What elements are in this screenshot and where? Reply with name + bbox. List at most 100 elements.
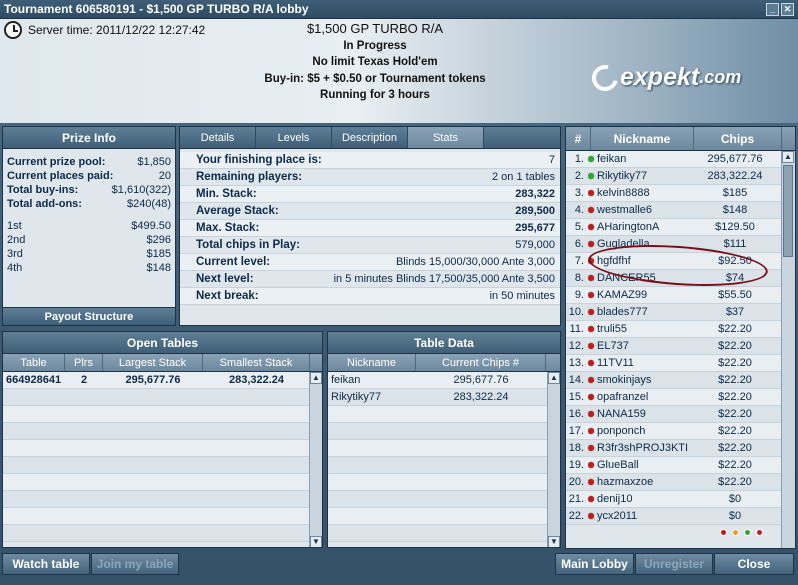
payout-structure-button[interactable]: Payout Structure [3, 307, 175, 325]
stats-value: in 50 minutes [489, 290, 555, 302]
prize-info-title: Prize Info [3, 127, 175, 149]
player-row[interactable]: 20. hazmaxzoe $22.20 [566, 474, 795, 491]
player-nick-text: R3fr3shPROJ3KTI [597, 441, 689, 454]
stats-label: Average Stack: [196, 205, 279, 217]
prize-row: Total buy-ins: $1,610(322) [7, 183, 171, 197]
player-row[interactable]: 1. feikan 295,677.76 [566, 151, 795, 168]
scroll-up-icon[interactable]: ▲ [548, 372, 560, 384]
prize-label: Current places paid: [7, 170, 114, 182]
player-row[interactable]: 18. R3fr3shPROJ3KTI $22.20 [566, 440, 795, 457]
player-rank: 11. [569, 323, 584, 335]
join-my-table-button[interactable]: Join my table [91, 553, 179, 575]
player-rank: 12. [568, 340, 584, 352]
place-row: 3rd $185 [7, 247, 171, 261]
tab-levels[interactable]: Levels [256, 127, 332, 148]
watch-table-button[interactable]: Watch table [2, 553, 90, 575]
player-nickname: 11TV11 [588, 355, 691, 371]
players-col-nickname[interactable]: Nickname [591, 127, 694, 150]
player-nick-text: opafranzel [597, 390, 649, 403]
player-nick-text: hazmaxzoe [597, 475, 654, 488]
player-nick-text: 11TV11 [597, 356, 634, 369]
scroll-down-icon[interactable]: ▼ [310, 536, 322, 547]
place-value: $148 [146, 262, 171, 274]
close-window-icon[interactable]: ✕ [781, 3, 794, 16]
stats-rows: Your finishing place is: 7 Remaining playe… [180, 149, 560, 305]
player-row[interactable]: 16. NANA159 $22.20 [566, 406, 795, 423]
col-plrs[interactable]: Plrs [65, 354, 103, 371]
player-row[interactable]: 5. AHaringtonA $129.50 [566, 219, 795, 236]
player-nick-text: denij10 [597, 492, 633, 505]
player-row[interactable]: 13. 11TV11 $22.20 [566, 355, 795, 372]
player-row[interactable]: 11. truli55 $22.20 [566, 321, 795, 338]
legend-dot-icon [756, 529, 763, 536]
col-nickname[interactable]: Nickname [328, 354, 416, 371]
player-nickname: hazmaxzoe [588, 474, 691, 490]
stats-value: 579,000 [515, 239, 555, 251]
unregister-button[interactable]: Unregister [635, 553, 713, 575]
open-table-largest: 295,677.76 [125, 374, 181, 386]
player-row[interactable]: 9. KAMAZ99 $55.50 [566, 287, 795, 304]
player-rank: 19. [568, 459, 584, 471]
player-chips: $185 [722, 187, 748, 199]
status-dot-icon [588, 190, 594, 196]
tab-details[interactable]: Details [180, 127, 256, 148]
prize-value: $1,850 [137, 156, 171, 168]
player-rank: 6. [574, 238, 584, 250]
players-col-rank[interactable]: # [566, 127, 591, 150]
col-largest-stack[interactable]: Largest Stack [103, 354, 203, 371]
player-row[interactable]: 21. denij10 $0 [566, 491, 795, 508]
stats-row: Average Stack: 289,500 [180, 203, 560, 220]
players-scrollbar[interactable]: ▲ [781, 151, 795, 548]
close-button[interactable]: Close [714, 553, 794, 575]
players-col-chips[interactable]: Chips [694, 127, 782, 150]
col-current-chips[interactable]: Current Chips # [416, 354, 546, 371]
player-nickname: denij10 [588, 491, 691, 507]
place-value: $296 [146, 234, 171, 246]
col-table[interactable]: Table [3, 354, 65, 371]
tab-description[interactable]: Description [332, 127, 408, 148]
table-data-row [328, 525, 560, 542]
stats-value: 283,322 [515, 188, 555, 200]
tab-stats[interactable]: Stats [408, 127, 484, 148]
player-row[interactable]: 19. GlueBall $22.20 [566, 457, 795, 474]
table-row[interactable]: 664928641 2 295,677.76 283,322.24 [3, 372, 322, 389]
open-tables-scrollbar[interactable]: ▲ ▼ [309, 372, 322, 547]
scroll-up-icon[interactable]: ▲ [310, 372, 322, 384]
player-row[interactable]: 14. smokinjays $22.20 [566, 372, 795, 389]
stats-label: Total chips in Play: [196, 239, 300, 251]
stats-row: Total chips in Play: 579,000 [180, 237, 560, 254]
table-data-nick: feikan [331, 374, 361, 386]
legend-dot-icon [732, 529, 739, 536]
scroll-up-icon[interactable]: ▲ [782, 151, 794, 163]
status-dot-icon [588, 292, 594, 298]
player-row[interactable]: 4. westmalle6 $148 [566, 202, 795, 219]
player-chips: $22.20 [718, 408, 752, 420]
prize-label: Current prize pool: [7, 156, 106, 168]
table-data-title: Table Data [328, 332, 560, 354]
stats-row: Min. Stack: 283,322 [180, 186, 560, 203]
player-row[interactable]: 2. Rikytiky77 283,322.24 [566, 168, 795, 185]
minimize-icon[interactable]: _ [766, 3, 779, 16]
table-data-scrollbar[interactable]: ▲ ▼ [547, 372, 560, 547]
player-row[interactable]: 15. opafranzel $22.20 [566, 389, 795, 406]
player-nickname: Rikytiky77 [588, 168, 691, 184]
player-row[interactable]: 22. ycx2011 $0 [566, 508, 795, 525]
col-smallest-stack[interactable]: Smallest Stack [203, 354, 310, 371]
player-row[interactable]: 3. kelvin8888 $185 [566, 185, 795, 202]
main-lobby-button[interactable]: Main Lobby [555, 553, 634, 575]
player-row[interactable]: 17. ponponch $22.20 [566, 423, 795, 440]
player-rank: 9. [574, 289, 584, 301]
table-row [3, 423, 322, 440]
status-dot-icon [588, 394, 594, 400]
status-dot-icon [588, 513, 594, 519]
player-row[interactable]: 10. blades777 $37 [566, 304, 795, 321]
player-chips: $55.50 [718, 289, 752, 301]
table-row [3, 525, 322, 542]
place-row: 2nd $296 [7, 233, 171, 247]
scroll-down-icon[interactable]: ▼ [548, 536, 560, 547]
scroll-thumb[interactable] [783, 165, 793, 257]
player-row[interactable]: 12. EL737 $22.20 [566, 338, 795, 355]
table-data-row: feikan 295,677.76 [328, 372, 560, 389]
stats-row: Max. Stack: 295,677 [180, 220, 560, 237]
player-rank: 3. [574, 187, 584, 199]
